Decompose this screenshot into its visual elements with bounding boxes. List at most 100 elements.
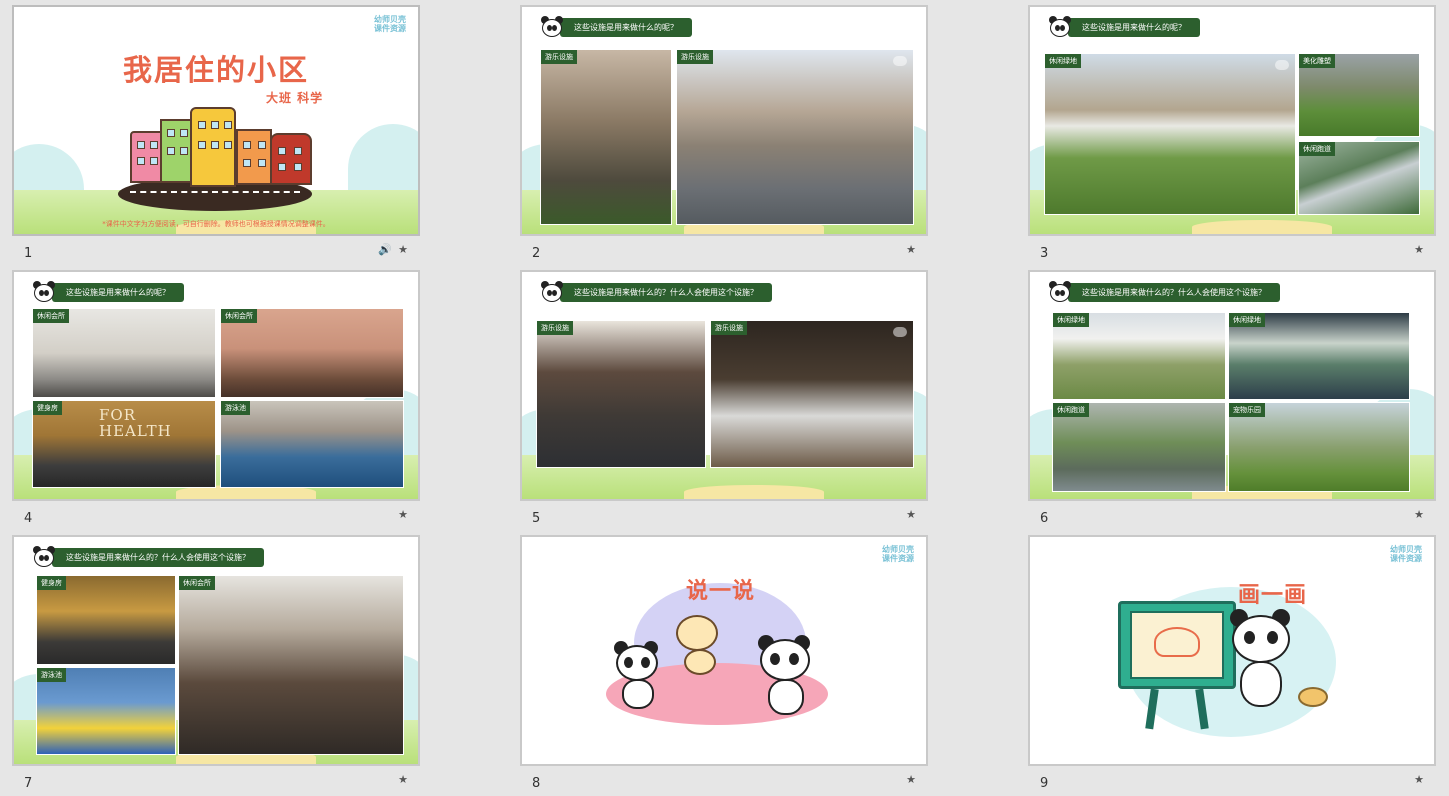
photo-tag: 美化雕塑 <box>1299 54 1335 68</box>
slide-number: 3 <box>1040 246 1049 261</box>
question-banner: 这些设施是用来做什么的呢？ <box>560 17 692 37</box>
slide-1-canvas[interactable]: 幼师贝壳 课件资源 我居住的小区 大班 科学 *课件中文字为方便阅读，可自行删除。… <box>12 5 420 236</box>
photo[interactable]: 健身房 FOR HEALTH <box>32 400 216 488</box>
photo[interactable]: 游泳池 <box>220 400 404 488</box>
slide-number: 8 <box>532 776 541 791</box>
photo[interactable]: 休闲绿地 <box>1044 53 1296 215</box>
slide-thumb-5[interactable]: 这些设施是用来做什么的？什么人会使用这个设施？ 游乐设施 游乐设施 5 ★ <box>520 270 928 536</box>
photo[interactable]: 游乐设施 <box>710 320 914 468</box>
photo[interactable]: 健身房 <box>36 575 176 665</box>
gym-sign: FOR HEALTH <box>99 406 172 440</box>
photo[interactable]: 休闲绿地 <box>1228 312 1410 400</box>
slide-badges: 🔊 ★ <box>378 243 408 256</box>
slide-6-canvas[interactable]: 这些设施是用来做什么的？什么人会使用这个设施？ 休闲绿地 休闲绿地 休闲跑道 宠… <box>1028 270 1436 501</box>
slide-8-canvas[interactable]: 幼师贝壳 课件资源 说一说 <box>520 535 928 766</box>
photo[interactable]: 游乐设施 <box>540 49 672 225</box>
animation-star-icon[interactable]: ★ <box>1414 773 1424 786</box>
question-banner: 这些设施是用来做什么的呢？ <box>52 282 184 302</box>
photo-tag: 游泳池 <box>37 668 66 682</box>
question-header: 这些设施是用来做什么的？什么人会使用这个设施？ <box>32 546 264 568</box>
photo[interactable]: 宠物乐园 <box>1228 402 1410 492</box>
slide-heading: 画一画 <box>1238 583 1308 608</box>
slide-5-canvas[interactable]: 这些设施是用来做什么的？什么人会使用这个设施？ 游乐设施 游乐设施 <box>520 270 928 501</box>
photo-tag: 休闲绿地 <box>1045 54 1081 68</box>
photo[interactable]: 游乐设施 <box>676 49 914 225</box>
photo-tag: 休闲绿地 <box>1053 313 1089 327</box>
photo[interactable]: 休闲会所 <box>220 308 404 398</box>
slide-number: 5 <box>532 511 541 526</box>
slide-thumb-9[interactable]: 幼师贝壳 课件资源 画一画 9 ★ <box>1028 535 1436 796</box>
photo-tag: 休闲跑道 <box>1053 403 1089 417</box>
building-illustration <box>270 133 312 185</box>
animation-star-icon[interactable]: ★ <box>906 243 916 256</box>
question-banner: 这些设施是用来做什么的呢？ <box>1068 17 1200 37</box>
question-header: 这些设施是用来做什么的呢？ <box>1048 16 1200 38</box>
panda-icon <box>1048 16 1072 38</box>
building-illustration <box>160 119 194 183</box>
photo-tag: 游乐设施 <box>541 50 577 64</box>
photo[interactable]: 休闲会所 <box>178 575 404 755</box>
question-header: 这些设施是用来做什么的？什么人会使用这个设施？ <box>540 281 772 302</box>
photo-tag: 休闲会所 <box>179 576 215 590</box>
slide-thumb-8[interactable]: 幼师贝壳 课件资源 说一说 8 ★ <box>520 535 928 796</box>
slide-thumb-1[interactable]: 幼师贝壳 课件资源 我居住的小区 大班 科学 *课件中文字为方便阅读，可自行删除。… <box>12 5 420 271</box>
animation-star-icon[interactable]: ★ <box>906 773 916 786</box>
question-banner: 这些设施是用来做什么的？什么人会使用这个设施？ <box>1068 282 1280 302</box>
animation-star-icon[interactable]: ★ <box>398 773 408 786</box>
drawing-sketch <box>1154 627 1200 657</box>
panda-icon <box>540 16 564 38</box>
photo-tag: 游乐设施 <box>537 321 573 335</box>
slide-2-canvas[interactable]: 这些设施是用来做什么的呢？ 游乐设施 游乐设施 <box>520 5 928 236</box>
slide-thumb-4[interactable]: 这些设施是用来做什么的呢？ 休闲会所 休闲会所 健身房 FOR HEALTH 游… <box>12 270 420 536</box>
photo-tag: 健身房 <box>33 401 62 415</box>
slide-4-canvas[interactable]: 这些设施是用来做什么的呢？ 休闲会所 休闲会所 健身房 FOR HEALTH 游… <box>12 270 420 501</box>
slide-subtitle: 大班 科学 <box>266 91 324 105</box>
question-banner: 这些设施是用来做什么的？什么人会使用这个设施？ <box>560 282 772 302</box>
slide-number: 2 <box>532 246 541 261</box>
slide-9-canvas[interactable]: 幼师贝壳 课件资源 画一画 <box>1028 535 1436 766</box>
building-illustration <box>130 131 164 183</box>
photo-tag: 健身房 <box>37 576 66 590</box>
slide-thumb-6[interactable]: 这些设施是用来做什么的？什么人会使用这个设施？ 休闲绿地 休闲绿地 休闲跑道 宠… <box>1028 270 1436 536</box>
panda-icon <box>32 281 56 303</box>
logo: 幼师贝壳 课件资源 <box>882 545 914 563</box>
slide-title: 我居住的小区 <box>122 53 309 87</box>
animation-star-icon[interactable]: ★ <box>1414 508 1424 521</box>
panda-icon <box>1048 281 1072 303</box>
slide-7-canvas[interactable]: 这些设施是用来做什么的？什么人会使用这个设施？ 健身房 休闲会所 游泳池 <box>12 535 420 766</box>
photo[interactable]: 休闲跑道 <box>1298 141 1420 215</box>
photo[interactable]: 休闲跑道 <box>1052 402 1226 492</box>
animation-star-icon[interactable]: ★ <box>398 508 408 521</box>
slide-number: 4 <box>24 511 33 526</box>
slide-number: 9 <box>1040 776 1049 791</box>
photo-tag: 游乐设施 <box>677 50 713 64</box>
slide-number: 6 <box>1040 511 1049 526</box>
audio-icon[interactable]: 🔊 <box>378 243 392 256</box>
slide-number: 7 <box>24 776 33 791</box>
panda-icon <box>32 546 56 568</box>
building-illustration <box>236 129 272 185</box>
slide-note: *课件中文字为方便阅读，可自行删除。教师也可根据授课情况调整课件。 <box>102 220 330 228</box>
photo[interactable]: 休闲会所 <box>32 308 216 398</box>
animation-star-icon[interactable]: ★ <box>1414 243 1424 256</box>
question-header: 这些设施是用来做什么的呢？ <box>540 16 692 38</box>
photo-tag: 休闲会所 <box>33 309 69 323</box>
slide-thumb-2[interactable]: 这些设施是用来做什么的呢？ 游乐设施 游乐设施 2 ★ <box>520 5 928 271</box>
animation-star-icon[interactable]: ★ <box>906 508 916 521</box>
photo-tag: 宠物乐园 <box>1229 403 1265 417</box>
photo-tag: 游乐设施 <box>711 321 747 335</box>
question-header: 这些设施是用来做什么的？什么人会使用这个设施？ <box>1048 281 1280 303</box>
slide-3-canvas[interactable]: 这些设施是用来做什么的呢？ 休闲绿地 美化雕塑 休闲跑道 <box>1028 5 1436 236</box>
cat-illustration <box>676 615 718 651</box>
slide-thumb-7[interactable]: 这些设施是用来做什么的？什么人会使用这个设施？ 健身房 休闲会所 游泳池 7 ★ <box>12 535 420 796</box>
building-illustration <box>190 107 236 187</box>
slide-heading: 说一说 <box>686 579 756 604</box>
photo-tag: 休闲会所 <box>221 309 257 323</box>
photo[interactable]: 休闲绿地 <box>1052 312 1226 400</box>
photo[interactable]: 游泳池 <box>36 667 176 755</box>
photo[interactable]: 游乐设施 <box>536 320 706 468</box>
photo[interactable]: 美化雕塑 <box>1298 53 1420 137</box>
animation-star-icon[interactable]: ★ <box>398 243 408 256</box>
slide-thumb-3[interactable]: 这些设施是用来做什么的呢？ 休闲绿地 美化雕塑 休闲跑道 3 ★ <box>1028 5 1436 271</box>
photo-tag: 休闲跑道 <box>1299 142 1335 156</box>
